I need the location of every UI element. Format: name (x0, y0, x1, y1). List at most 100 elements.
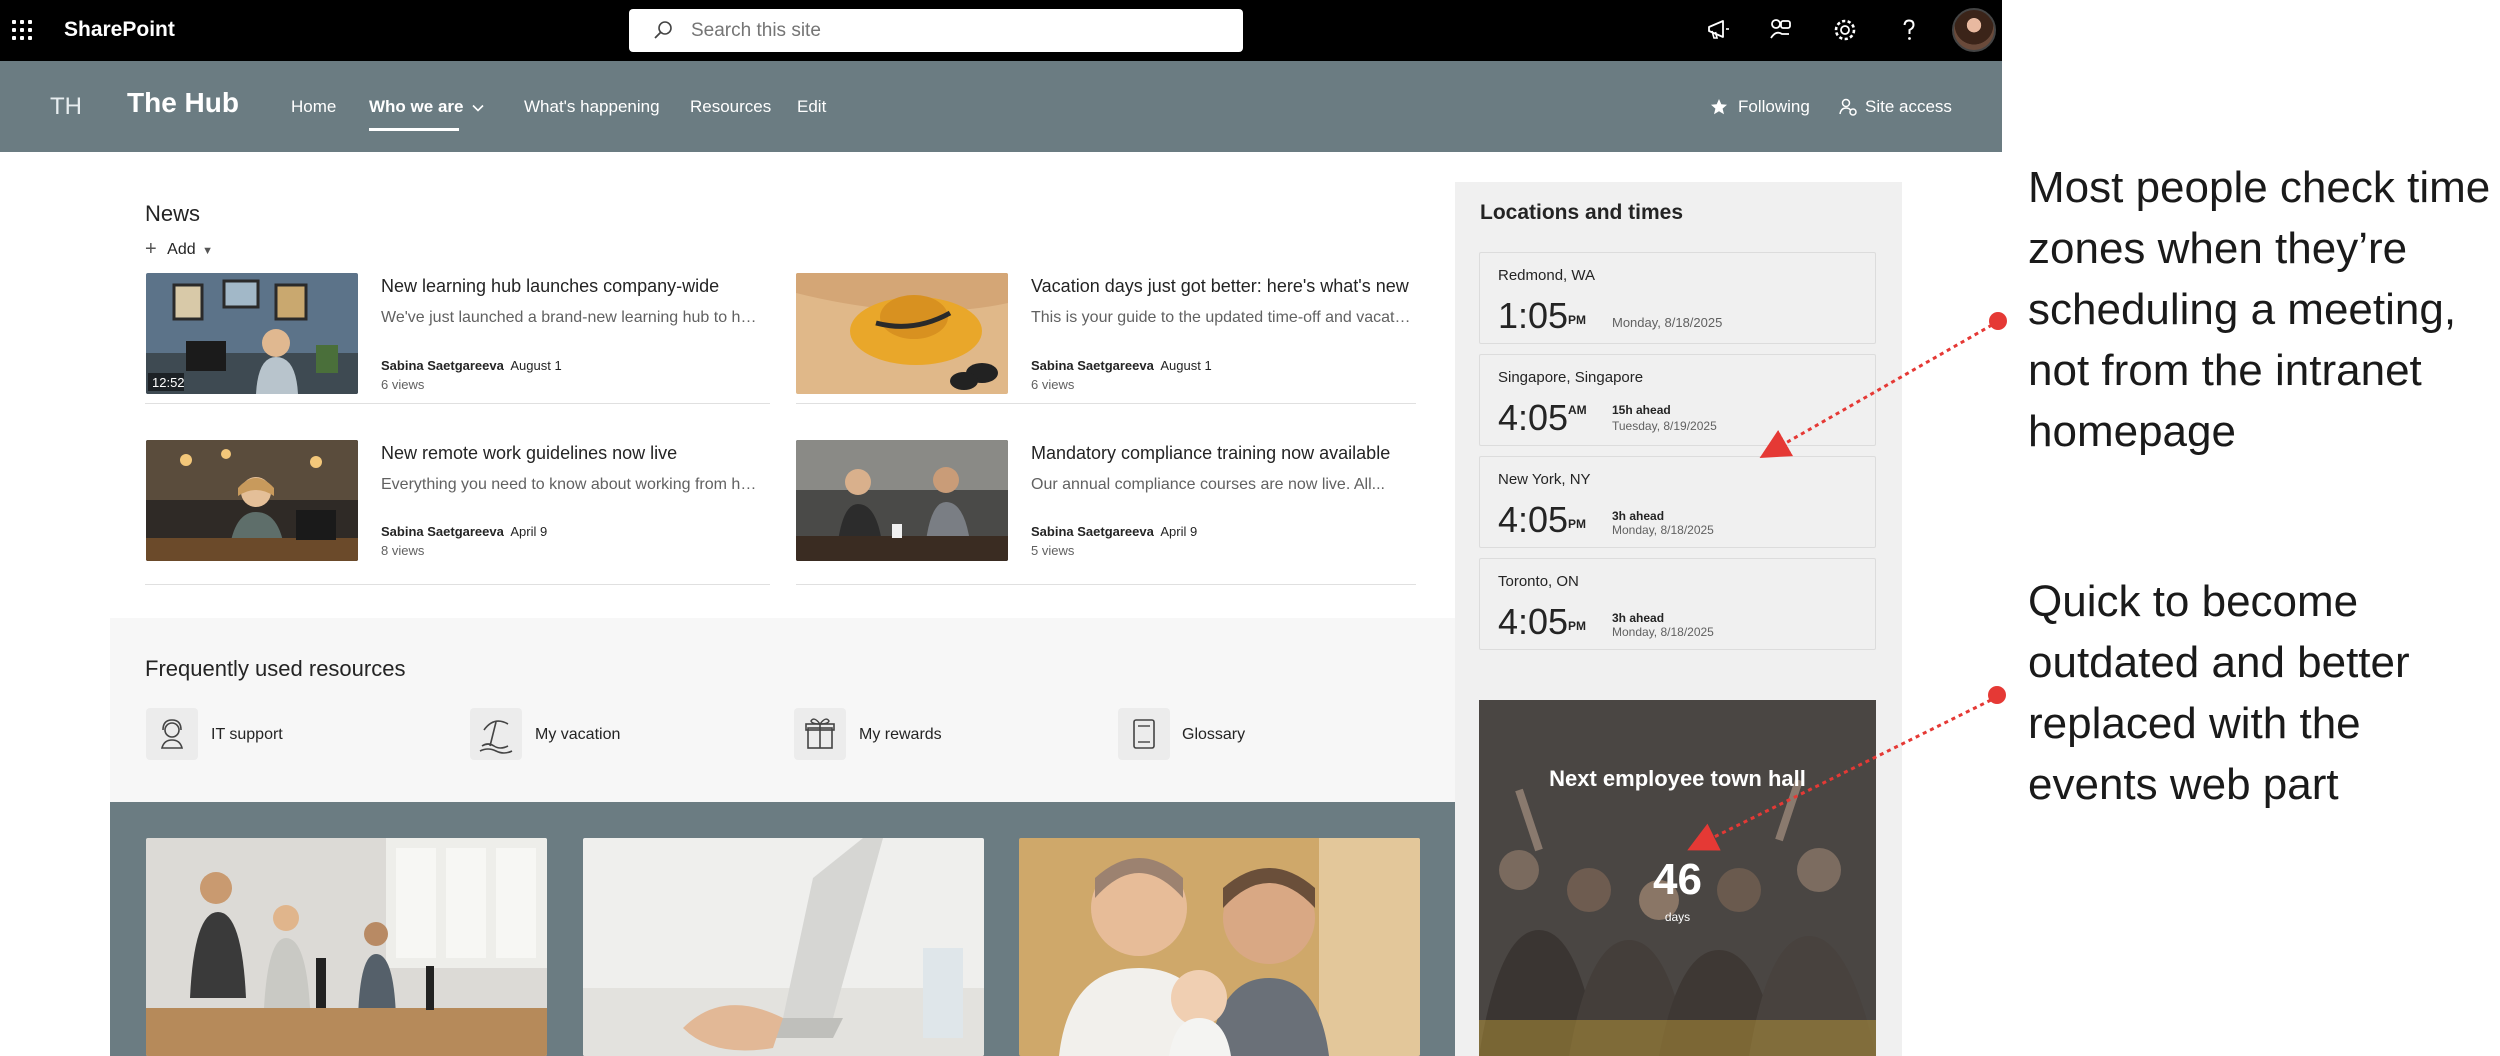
resource-label[interactable]: IT support (211, 726, 283, 744)
news-date: April 9 (1160, 524, 1198, 539)
annotation-text: Most people check time zones when they’r… (2028, 163, 2491, 456)
news-author[interactable]: Sabina Saetgareeva (1031, 524, 1154, 539)
resource-tile-glossary[interactable] (1118, 708, 1170, 760)
location-name: New York, NY (1498, 471, 1591, 488)
following-button[interactable]: Following (1738, 97, 1810, 117)
resource-tile-it-support[interactable] (146, 708, 198, 760)
news-author[interactable]: Sabina Saetgareeva (1031, 358, 1154, 373)
avatar[interactable] (1952, 8, 1996, 52)
news-thumbnail[interactable] (146, 440, 358, 561)
countdown-card[interactable]: Next employee town hall 46 days (1479, 700, 1876, 1056)
news-item-title[interactable]: Vacation days just got better: here's wh… (1031, 276, 1409, 297)
location-offset: 3h ahead (1612, 611, 1665, 625)
resource-label[interactable]: My rewards (859, 726, 942, 744)
annotation-dot (1989, 312, 2007, 330)
location-date: Monday, 8/18/2025 (1612, 625, 1714, 639)
nav-home[interactable]: Home (291, 97, 336, 117)
location-offset: 15h ahead (1612, 403, 1671, 417)
site-header: TH The Hub Home Who we are What's happen… (0, 61, 2002, 152)
countdown-unit: days (1664, 910, 1691, 924)
news-item-description: Our annual compliance courses are now li… (1031, 476, 1385, 493)
news-divider (796, 584, 1416, 585)
star-icon[interactable] (1710, 98, 1728, 116)
news-divider (145, 584, 770, 585)
gear-icon[interactable] (1831, 16, 1859, 44)
app-name[interactable]: SharePoint (64, 18, 175, 42)
search-input[interactable] (691, 17, 1211, 44)
resources-section-title: Frequently used resources (145, 656, 406, 681)
news-views: 6 views (381, 377, 425, 392)
beach-icon (479, 720, 513, 754)
add-label: Add (167, 241, 196, 258)
resource-label[interactable]: My vacation (535, 726, 620, 744)
nav-edit[interactable]: Edit (797, 97, 826, 117)
news-item-title[interactable]: New remote work guidelines now live (381, 443, 677, 464)
suite-bar: SharePoint (0, 0, 2002, 61)
site-access-icon[interactable] (1838, 97, 1858, 117)
video-duration: 12:52 (152, 375, 185, 390)
resource-tile-my-vacation[interactable] (470, 708, 522, 760)
news-author[interactable]: Sabina Saetgareeva (381, 358, 504, 373)
gift-icon (805, 718, 835, 749)
news-author[interactable]: Sabina Saetgareeva (381, 524, 504, 539)
plus-icon: + (145, 238, 157, 260)
news-item-meta: Sabina Saetgareeva August 1 (381, 358, 562, 373)
annotation-text: Quick to become outdated and better repl… (2028, 577, 2410, 809)
site-logo[interactable]: TH (50, 93, 82, 121)
hero-image[interactable] (1019, 838, 1420, 1056)
resources-section (110, 618, 1455, 802)
location-date: Monday, 8/18/2025 (1612, 523, 1714, 537)
share-link-icon[interactable] (1767, 16, 1795, 44)
news-add-button[interactable]: + Add ▼ (145, 237, 213, 260)
location-time: 4:05 (1498, 499, 1569, 540)
location-offset: 3h ahead (1612, 509, 1665, 523)
countdown-title: Next employee town hall (1549, 766, 1806, 791)
location-date: Monday, 8/18/2025 (1612, 315, 1723, 330)
news-item-meta: Sabina Saetgareeva August 1 (1031, 358, 1212, 373)
news-date: August 1 (510, 358, 562, 373)
news-item-title[interactable]: Mandatory compliance training now availa… (1031, 443, 1390, 464)
locations-section-title: Locations and times (1480, 201, 1684, 224)
chevron-down-icon: ▼ (202, 245, 213, 257)
location-card[interactable]: Toronto, ON 4:05 PM 3h ahead Monday, 8/1… (1479, 558, 1876, 650)
help-icon[interactable] (1895, 16, 1923, 44)
location-ampm: AM (1568, 403, 1587, 417)
location-time: 1:05 (1498, 295, 1569, 336)
location-card[interactable]: Redmond, WA 1:05 PM Monday, 8/18/2025 (1479, 252, 1876, 344)
search-box[interactable] (629, 9, 1243, 52)
news-item-title[interactable]: New learning hub launches company-wide (381, 276, 719, 297)
location-name: Redmond, WA (1498, 267, 1595, 284)
hero-image[interactable] (146, 838, 547, 1056)
news-thumbnail[interactable] (796, 273, 1008, 394)
site-title[interactable]: The Hub (127, 87, 239, 119)
news-views: 8 views (381, 543, 425, 558)
site-access-button[interactable]: Site access (1865, 97, 1952, 117)
chevron-down-icon[interactable] (471, 101, 485, 115)
annotation-dot (1988, 686, 2006, 704)
resource-tile-my-rewards[interactable] (794, 708, 846, 760)
news-date: April 9 (510, 524, 548, 539)
news-date: August 1 (1160, 358, 1212, 373)
location-card[interactable]: New York, NY 4:05 PM 3h ahead Monday, 8/… (1479, 456, 1876, 548)
news-views: 6 views (1031, 377, 1075, 392)
location-ampm: PM (1568, 517, 1586, 531)
hero-image[interactable] (583, 838, 984, 1056)
location-ampm: PM (1568, 619, 1586, 633)
resource-label[interactable]: Glossary (1182, 726, 1245, 744)
location-name: Singapore, Singapore (1498, 369, 1644, 386)
nav-who-we-are[interactable]: Who we are (369, 97, 463, 117)
news-divider (796, 403, 1416, 404)
location-ampm: PM (1568, 313, 1586, 327)
app-launcher-icon[interactable] (10, 18, 34, 42)
news-item-meta: Sabina Saetgareeva April 9 (381, 524, 547, 539)
news-thumbnail[interactable]: 12:52 (146, 273, 358, 394)
location-card[interactable]: Singapore, Singapore 4:05 AM 15h ahead T… (1479, 354, 1876, 446)
news-item-description: We've just launched a brand-new learning… (381, 309, 761, 326)
nav-resources[interactable]: Resources (690, 97, 771, 117)
nav-whats-happening[interactable]: What's happening (524, 97, 660, 117)
news-item-meta: Sabina Saetgareeva April 9 (1031, 524, 1197, 539)
megaphone-icon[interactable] (1704, 16, 1732, 44)
news-item-description: This is your guide to the updated time-o… (1031, 309, 1411, 326)
news-views: 5 views (1031, 543, 1075, 558)
news-thumbnail[interactable] (796, 440, 1008, 561)
